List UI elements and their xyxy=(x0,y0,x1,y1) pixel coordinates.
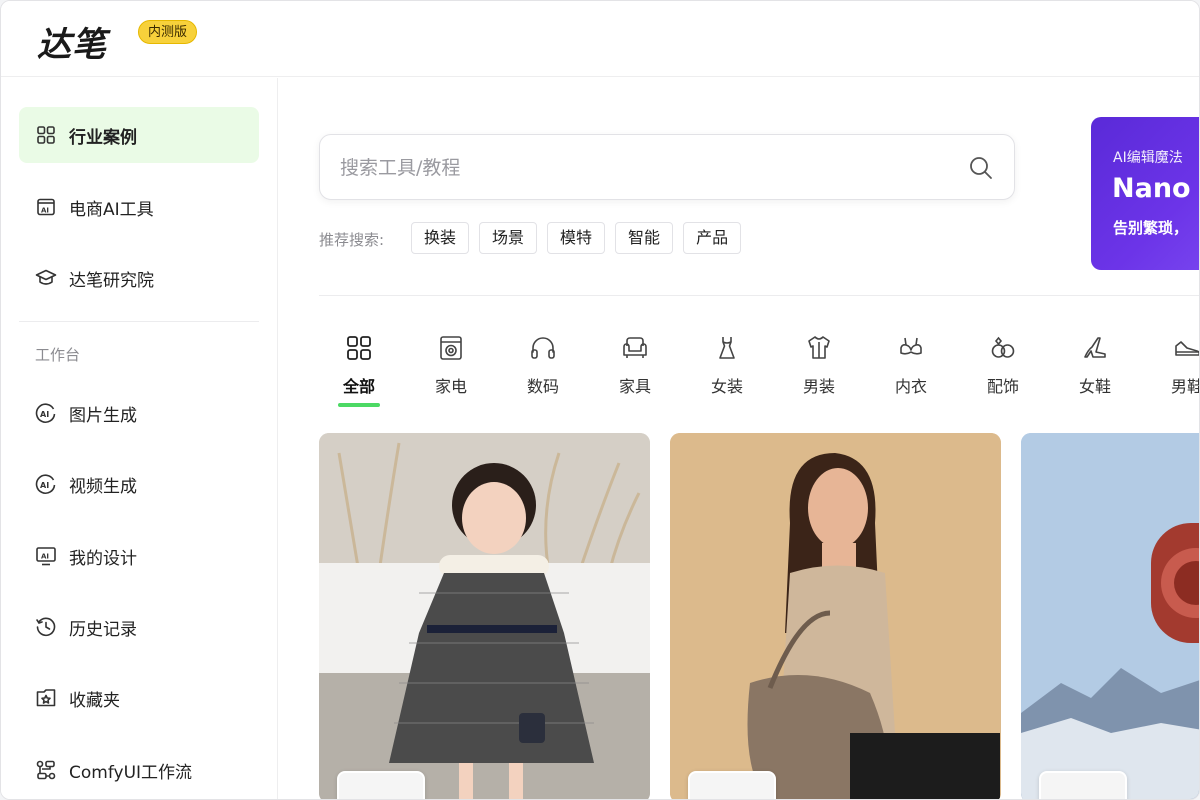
beta-badge: 内测版 xyxy=(138,20,198,44)
case-card[interactable] xyxy=(319,433,650,799)
promo-banner[interactable]: AI编辑魔法 Nano B 告别繁琐， xyxy=(1091,117,1199,270)
sidebar-item-my-designs[interactable]: AI 我的设计 xyxy=(19,528,259,584)
tab-label: 女装 xyxy=(710,377,743,396)
search-box[interactable] xyxy=(319,134,1015,200)
sidebar-item-ecommerce-ai-tools[interactable]: AI 电商AI工具 xyxy=(19,179,259,235)
tab-label: 家具 xyxy=(618,377,651,396)
tab-label: 数码 xyxy=(526,377,559,396)
grid-icon xyxy=(344,333,374,363)
tab-womens-shoes[interactable]: 女鞋 xyxy=(1049,331,1141,409)
heel-icon xyxy=(1080,333,1110,363)
graduation-cap-icon xyxy=(35,267,57,289)
sidebar-divider xyxy=(19,321,259,322)
tab-home-appliances[interactable]: 家电 xyxy=(405,331,497,409)
case-image-woman-handbag xyxy=(670,433,1001,799)
history-icon xyxy=(35,616,57,638)
banner-tagline: 告别繁琐， xyxy=(1113,219,1189,237)
search-input[interactable] xyxy=(340,153,940,183)
search-icon[interactable] xyxy=(968,155,994,185)
sidebar-item-industry-cases[interactable]: 行业案例 xyxy=(19,107,259,163)
sofa-icon xyxy=(620,333,650,363)
folder-star-icon xyxy=(35,687,57,709)
tab-all[interactable]: 全部 xyxy=(313,331,405,409)
sidebar-item-favorites[interactable]: 收藏夹 xyxy=(19,670,259,726)
svg-text:AI: AI xyxy=(40,410,49,419)
tab-label: 内衣 xyxy=(894,377,927,396)
shoe-icon xyxy=(1172,333,1199,363)
shirt-icon xyxy=(804,333,834,363)
bra-icon xyxy=(896,333,926,363)
svg-text:AI: AI xyxy=(41,207,49,215)
tab-accessories[interactable]: 配饰 xyxy=(957,331,1049,409)
tab-underwear[interactable]: 内衣 xyxy=(865,331,957,409)
tab-label: 全部 xyxy=(342,377,375,396)
sidebar: 行业案例 AI 电商AI工具 达笔研究院 工作台 AI 图片生成 AI 视频生成… xyxy=(1,78,278,799)
top-header: 达笔 内测版 xyxy=(1,1,1199,77)
case-card[interactable] xyxy=(1021,433,1199,799)
search-chip[interactable]: 产品 xyxy=(683,222,742,254)
main-divider xyxy=(319,295,1199,296)
sidebar-item-label: 达笔研究院 xyxy=(69,270,154,291)
banner-title: Nano B xyxy=(1112,173,1199,204)
tab-mens-shoes[interactable]: 男鞋 xyxy=(1141,331,1200,409)
case-image-product-mountains xyxy=(1021,433,1199,799)
ai-monitor-icon: AI xyxy=(35,545,57,567)
sidebar-item-label: 历史记录 xyxy=(69,619,137,640)
product-thumbnail xyxy=(1039,771,1127,799)
product-thumbnail xyxy=(337,771,425,799)
tab-label: 男装 xyxy=(802,377,835,396)
active-tab-indicator xyxy=(338,403,380,407)
sidebar-item-label: 收藏夹 xyxy=(69,690,120,711)
sidebar-item-label: 图片生成 xyxy=(69,405,137,426)
case-image-girl-dress xyxy=(319,433,650,799)
rings-icon xyxy=(988,333,1018,363)
tab-label: 家电 xyxy=(434,377,467,396)
sidebar-item-label: ComfyUI工作流 xyxy=(69,762,193,783)
tab-label: 配饰 xyxy=(986,377,1019,396)
sidebar-item-image-generation[interactable]: AI 图片生成 xyxy=(19,385,259,441)
washing-machine-icon xyxy=(436,333,466,363)
tab-digital[interactable]: 数码 xyxy=(497,331,589,409)
sidebar-item-research-institute[interactable]: 达笔研究院 xyxy=(19,250,259,306)
app-logo[interactable]: 达笔 xyxy=(37,17,107,66)
banner-subtitle: AI编辑魔法 xyxy=(1113,150,1183,166)
ai-window-icon: AI xyxy=(35,196,57,218)
grid-icon xyxy=(35,124,57,146)
category-tabs: 全部 家电 数码 家具 女装 男装 内衣 配饰 女鞋 男鞋 xyxy=(313,331,1200,411)
search-chip[interactable]: 模特 xyxy=(547,222,606,254)
recommended-search-label: 推荐搜索: xyxy=(319,231,385,249)
sidebar-item-label: 电商AI工具 xyxy=(69,199,154,220)
recommended-search-chips: 换装 场景 模特 智能 产品 xyxy=(411,222,742,254)
app-window: 达笔 内测版 行业案例 AI 电商AI工具 达笔研究院 工作台 AI 图片生成 … xyxy=(0,0,1200,800)
tab-furniture[interactable]: 家具 xyxy=(589,331,681,409)
sidebar-item-video-generation[interactable]: AI 视频生成 xyxy=(19,456,259,512)
headphones-icon xyxy=(528,333,558,363)
workflow-icon xyxy=(35,759,57,781)
ai-circle-icon: AI xyxy=(35,473,57,495)
svg-text:AI: AI xyxy=(41,553,49,561)
search-chip[interactable]: 智能 xyxy=(615,222,674,254)
sidebar-item-label: 行业案例 xyxy=(69,127,137,148)
ai-circle-icon: AI xyxy=(35,402,57,424)
tab-label: 男鞋 xyxy=(1170,377,1200,396)
sidebar-item-label: 我的设计 xyxy=(69,548,137,569)
dress-icon xyxy=(712,333,742,363)
tab-label: 女鞋 xyxy=(1078,377,1111,396)
search-chip[interactable]: 场景 xyxy=(479,222,538,254)
product-thumbnail xyxy=(688,771,776,799)
sidebar-item-history[interactable]: 历史记录 xyxy=(19,599,259,655)
sidebar-item-label: 视频生成 xyxy=(69,476,137,497)
search-chip[interactable]: 换装 xyxy=(411,222,470,254)
workbench-section-title: 工作台 xyxy=(35,346,81,364)
sidebar-item-comfyui-workflow[interactable]: ComfyUI工作流 xyxy=(19,742,259,798)
tab-mens-clothing[interactable]: 男装 xyxy=(773,331,865,409)
svg-text:AI: AI xyxy=(40,481,49,490)
tab-womens-clothing[interactable]: 女装 xyxy=(681,331,773,409)
case-card[interactable] xyxy=(670,433,1001,799)
